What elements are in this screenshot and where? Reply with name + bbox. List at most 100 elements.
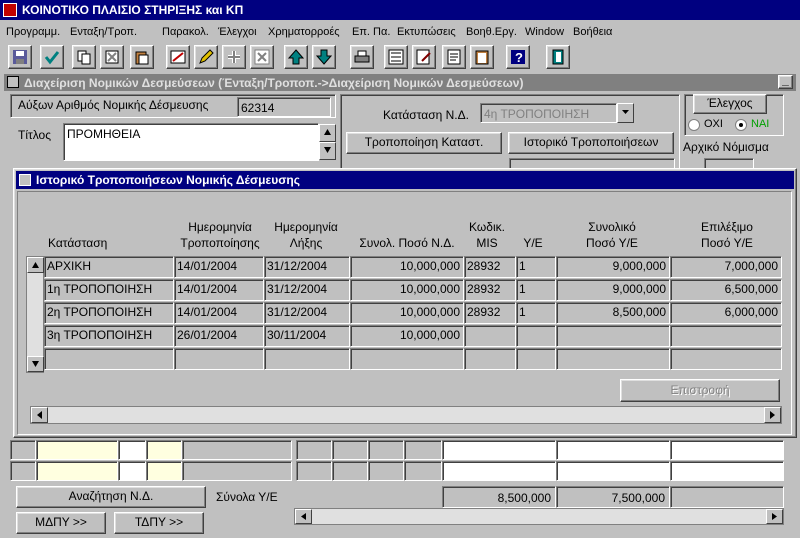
table-row-total[interactable]	[350, 348, 464, 370]
main-scroll-right-button[interactable]	[766, 509, 783, 524]
insert-record-button[interactable]	[222, 45, 246, 69]
table-row-mod-date[interactable]: 14/01/2004	[174, 279, 264, 301]
commitment-no-field[interactable]: 62314	[237, 97, 331, 117]
table-row-exp-date[interactable]: 31/12/2004	[264, 279, 350, 301]
menu-item-programs[interactable]: Προγραμμ.	[6, 26, 60, 38]
table-row-mod-date[interactable]: 14/01/2004	[174, 302, 264, 324]
table-row-eligible[interactable]: 6,000,000	[670, 302, 782, 324]
table-row-eligible[interactable]	[670, 348, 782, 370]
menu-item-tools[interactable]: Βοηθ.Εργ.	[466, 26, 517, 38]
grid-cell[interactable]	[146, 440, 182, 460]
grid-cell[interactable]	[556, 440, 670, 460]
grid-cell[interactable]	[670, 461, 784, 481]
minimize-button[interactable]: _	[778, 74, 793, 89]
tdpy-button[interactable]: ΤΔΠΥ >>	[114, 512, 204, 534]
dialog-scroll-right-button[interactable]	[764, 407, 781, 423]
table-row-ye[interactable]: 1	[516, 302, 556, 324]
table-row-ye[interactable]	[516, 325, 556, 347]
status-dropdown[interactable]: 4η ΤΡΟΠΟΠΟΙΗΣΗ	[480, 103, 617, 123]
grid-cell[interactable]	[10, 461, 36, 481]
table-row-eligible[interactable]: 6,500,000	[670, 279, 782, 301]
dialog-scroll-left-button[interactable]	[31, 407, 48, 423]
grid-cell[interactable]	[182, 440, 292, 460]
menu-item-checks[interactable]: Έλεγχοι	[218, 26, 257, 38]
main-h-scrollbar[interactable]	[294, 508, 784, 525]
grid-cell[interactable]	[332, 440, 368, 460]
next-record-button[interactable]	[312, 45, 336, 69]
table-row-mod-date[interactable]	[174, 348, 264, 370]
radio-no[interactable]	[688, 119, 700, 131]
menu-item-prints[interactable]: Εκτυπώσεις	[397, 26, 456, 38]
table-row-eligible[interactable]	[670, 325, 782, 347]
document-button[interactable]	[442, 45, 466, 69]
copy-button[interactable]	[72, 45, 96, 69]
grid-cell[interactable]	[404, 440, 442, 460]
grid-lookup-icon[interactable]	[118, 461, 146, 481]
grid-cell[interactable]	[442, 461, 556, 481]
delete-record-button[interactable]	[250, 45, 274, 69]
print-button[interactable]	[350, 45, 374, 69]
grid-cell[interactable]	[368, 440, 404, 460]
list-button[interactable]	[384, 45, 408, 69]
grid-cell[interactable]	[182, 461, 292, 481]
table-row-total[interactable]: 10,000,000	[350, 256, 464, 278]
paste-button[interactable]	[130, 45, 154, 69]
grid-lookup-icon[interactable]	[118, 440, 146, 460]
table-row-eligible[interactable]: 7,000,000	[670, 256, 782, 278]
menu-item-integration[interactable]: Ενταξη/Τροπ.	[70, 26, 137, 38]
table-scrollbar[interactable]	[26, 256, 44, 373]
table-row-ye[interactable]: 1	[516, 279, 556, 301]
table-row-exp-date[interactable]: 31/12/2004	[264, 302, 350, 324]
grid-cell[interactable]	[296, 461, 332, 481]
dialog-h-scrollbar[interactable]	[30, 406, 782, 424]
table-row-exp-date[interactable]	[264, 348, 350, 370]
edit-button[interactable]	[194, 45, 218, 69]
table-row-status[interactable]: 1η ΤΡΟΠΟΠΟΙΗΣΗ	[44, 279, 174, 301]
table-row-exp-date[interactable]: 31/12/2004	[264, 256, 350, 278]
help-button[interactable]: ?	[506, 45, 530, 69]
previous-record-button[interactable]	[284, 45, 308, 69]
modify-status-button[interactable]: Τροποποίηση Καταστ.	[346, 132, 502, 154]
grid-cell[interactable]	[670, 440, 784, 460]
table-row-status[interactable]: 2η ΤΡΟΠΟΠΟΙΗΣΗ	[44, 302, 174, 324]
table-row-total[interactable]: 10,000,000	[350, 302, 464, 324]
title-scroll-up-button[interactable]	[319, 124, 336, 142]
grid-cell[interactable]	[332, 461, 368, 481]
grid-cell[interactable]	[556, 461, 670, 481]
menu-item-window[interactable]: Window	[525, 26, 564, 38]
title-field[interactable]: ΠΡΟΜΗΘΕΙΑ	[63, 123, 319, 161]
exit-button[interactable]	[546, 45, 570, 69]
table-scroll-up-button[interactable]	[27, 257, 44, 273]
save-button[interactable]	[8, 45, 32, 69]
grid-cell[interactable]	[442, 440, 556, 460]
grid-cell[interactable]	[36, 440, 118, 460]
table-row-total[interactable]: 10,000,000	[350, 325, 464, 347]
grid-cell[interactable]	[36, 461, 118, 481]
return-button[interactable]: Επιστροφή	[620, 379, 780, 402]
table-row-total-ye[interactable]	[556, 325, 670, 347]
main-scroll-left-button[interactable]	[295, 509, 312, 524]
table-row-ye[interactable]	[516, 348, 556, 370]
radio-yes[interactable]	[735, 119, 747, 131]
edit-document-button[interactable]	[412, 45, 436, 69]
table-row-mis[interactable]: 28932	[464, 256, 516, 278]
table-row-status[interactable]: 3η ΤΡΟΠΟΠΟΙΗΣΗ	[44, 325, 174, 347]
table-row-total-ye[interactable]	[556, 348, 670, 370]
grid-cell[interactable]	[10, 440, 36, 460]
menu-item-monitoring[interactable]: Παρακολ.	[162, 26, 209, 38]
table-row-mis[interactable]	[464, 348, 516, 370]
table-row-total-ye[interactable]: 9,000,000	[556, 279, 670, 301]
table-row-exp-date[interactable]: 30/11/2004	[264, 325, 350, 347]
commit-button[interactable]	[40, 45, 64, 69]
menu-item-cashflows[interactable]: Χρηματορροές	[268, 26, 340, 38]
table-scroll-down-button[interactable]	[27, 356, 44, 372]
table-row-mod-date[interactable]: 14/01/2004	[174, 256, 264, 278]
grid-cell[interactable]	[368, 461, 404, 481]
mdpy-button[interactable]: ΜΔΠΥ >>	[16, 512, 106, 534]
table-row-status[interactable]: ΑΡΧΙΚΗ	[44, 256, 174, 278]
search-commitment-button[interactable]: Αναζήτηση Ν.Δ.	[16, 486, 206, 508]
table-row-mis[interactable]	[464, 325, 516, 347]
table-row-total-ye[interactable]: 8,500,000	[556, 302, 670, 324]
table-row-status[interactable]	[44, 348, 174, 370]
menu-item-help[interactable]: Βοήθεια	[573, 26, 612, 38]
